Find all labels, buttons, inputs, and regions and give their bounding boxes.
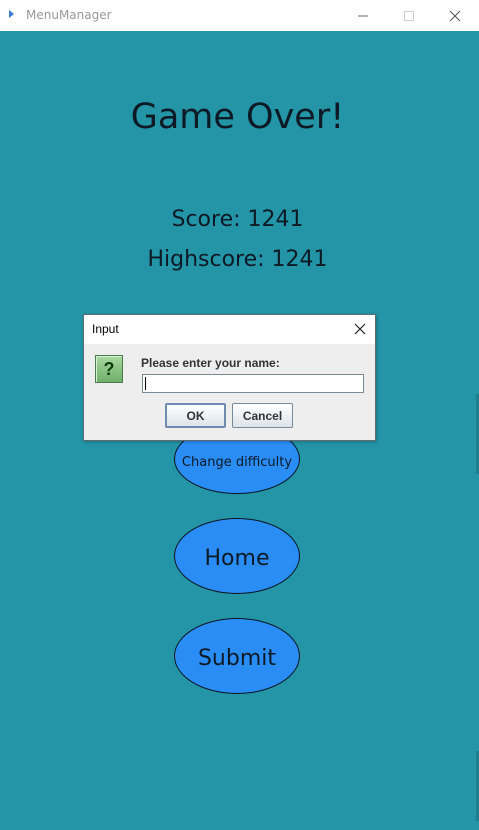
home-button[interactable]: Home xyxy=(174,518,300,594)
name-input[interactable] xyxy=(142,374,364,393)
submit-button[interactable]: Submit xyxy=(174,618,300,694)
cancel-button[interactable]: Cancel xyxy=(232,403,293,428)
maximize-icon xyxy=(404,10,414,21)
highscore-label: Highscore: 1241 xyxy=(147,247,328,272)
question-icon: ? xyxy=(95,355,123,383)
window-titlebar: MenuManager xyxy=(0,0,479,31)
java-app-icon xyxy=(9,10,14,18)
score-label: Score: 1241 xyxy=(171,207,304,232)
minimize-button[interactable] xyxy=(340,0,386,31)
name-input-dialog: Input ? Please enter your name: OK Cance… xyxy=(83,314,376,441)
minimize-icon xyxy=(358,15,368,16)
text-caret xyxy=(145,377,146,390)
ok-button[interactable]: OK xyxy=(165,403,226,428)
dialog-title: Input xyxy=(92,322,119,336)
name-prompt: Please enter your name: xyxy=(141,356,280,370)
dialog-close-icon[interactable] xyxy=(352,321,368,337)
maximize-button[interactable] xyxy=(386,0,432,31)
close-button[interactable] xyxy=(432,0,478,31)
game-over-title: Game Over! xyxy=(130,97,345,137)
dialog-titlebar: Input xyxy=(84,315,375,344)
close-icon xyxy=(449,10,461,21)
window-title: MenuManager xyxy=(26,8,112,22)
